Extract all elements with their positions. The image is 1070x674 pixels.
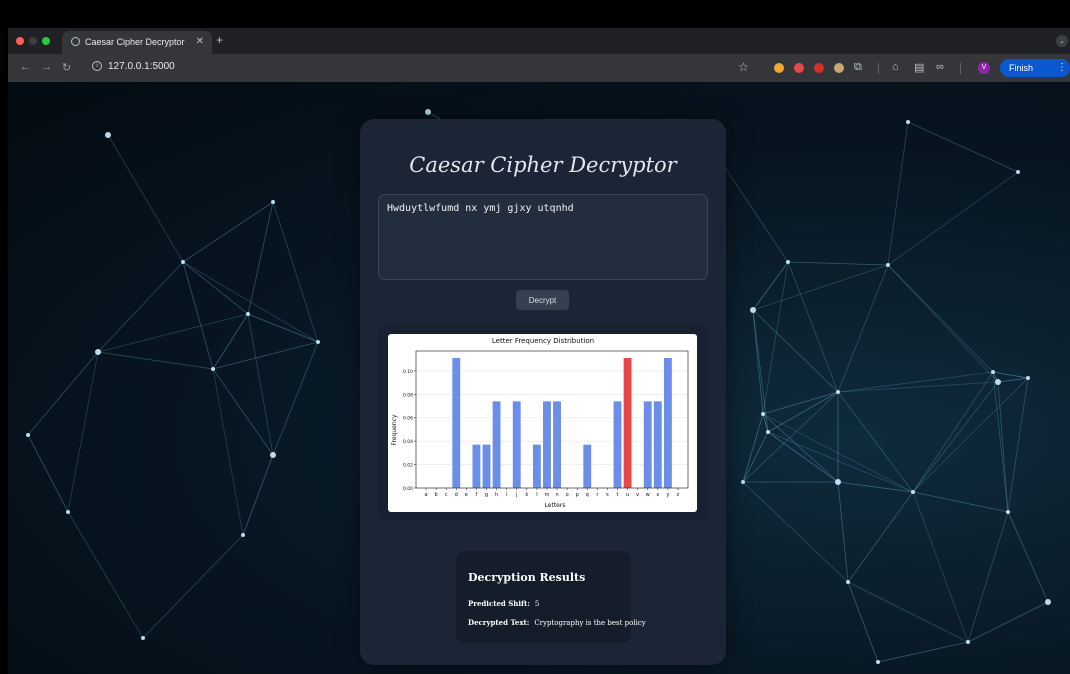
puzzle-extensions-icon[interactable]: ⧉ [854,61,862,74]
predicted-shift-row: Predicted Shift: 5 [468,599,539,608]
bar [583,444,592,488]
x-tick-label: k [525,492,528,498]
x-tick-label: w [646,492,650,498]
x-tick-label: e [465,492,468,498]
url-text: 127.0.0.1:5000 [108,61,175,72]
address-bar[interactable]: i 127.0.0.1:5000 [88,59,768,77]
x-tick-label: h [495,492,498,498]
x-axis-label: Letters [545,502,566,509]
bar [452,358,461,488]
screen: Caesar Cipher Decryptor ✕ + ⌄ ← → ↻ i 12… [0,0,1070,674]
letter-frequency-chart: Letter Frequency Distribution Letters Fr… [391,337,689,509]
x-tick-label: j [515,492,517,498]
reading-list-icon[interactable]: ▤ [914,61,924,74]
extension-icon[interactable] [794,63,804,73]
tab-search-icon[interactable]: ⌂ [892,61,899,73]
bar [482,444,491,488]
x-tick-label: d [455,492,458,498]
forward-icon[interactable]: → [41,61,52,73]
bar [532,444,541,488]
page-viewport: Caesar Cipher Decryptor Hwduytlwfumd nx … [8,82,1070,674]
bar [653,401,662,488]
link-icon[interactable]: ∞ [936,61,944,73]
chart-title: Letter Frequency Distribution [492,337,594,345]
x-tick-label: z [677,492,680,498]
x-tick-label: f [476,492,478,498]
y-tick-label: 0.06 [403,416,413,422]
chart-container: Letter Frequency Distribution Letters Fr… [378,324,708,521]
x-tick-label: y [666,492,669,498]
bar [643,401,652,488]
decrypted-text-label: Decrypted Text: [468,618,530,627]
profile-avatar[interactable]: V [978,62,990,74]
x-tick-label: n [555,492,558,498]
bar [543,401,551,488]
x-tick-label: l [536,492,537,498]
bar [553,401,561,488]
y-axis-label: Frequency [391,414,398,445]
x-tick-label: v [636,492,639,498]
predicted-shift-label: Predicted Shift: [468,599,530,608]
y-tick-label: 0.08 [403,392,413,398]
x-tick-label: m [545,492,550,498]
x-tick-label: o [566,492,569,498]
y-tick-label: 0.00 [403,486,413,492]
decrypted-text-row: Decrypted Text: Cryptography is the best … [468,618,646,627]
browser-tab[interactable]: Caesar Cipher Decryptor ✕ [62,31,212,54]
x-tick-label: s [606,492,609,498]
x-tick-label: q [586,492,589,498]
toolbar-separator [878,63,879,74]
bar [512,401,521,488]
x-tick-label: b [435,492,438,498]
chart-card: Letter Frequency Distribution Letters Fr… [388,334,697,512]
bar [663,358,672,488]
close-tab-icon[interactable]: ✕ [196,36,204,47]
bookmark-star-icon[interactable]: ☆ [738,60,749,74]
x-tick-label: a [424,492,427,498]
minimize-window-icon[interactable] [29,37,37,45]
y-tick-label: 0.02 [403,463,413,469]
bar [472,444,481,488]
x-tick-label: i [506,492,507,498]
menu-icon[interactable]: ⋮ [1057,59,1067,77]
x-tick-label: r [596,492,599,498]
close-window-icon[interactable] [16,37,24,45]
y-tick-label: 0.10 [403,369,413,375]
tab-strip: Caesar Cipher Decryptor ✕ + ⌄ [8,28,1070,54]
site-info-icon[interactable]: i [92,61,102,71]
decryptor-panel: Caesar Cipher Decryptor Hwduytlwfumd nx … [360,119,726,665]
decrypted-text-value: Cryptography is the best policy [534,619,646,627]
x-tick-label: g [485,492,488,498]
decryption-results: Decryption Results Predicted Shift: 5 Dec… [456,551,646,643]
maximize-window-icon[interactable] [42,37,50,45]
x-tick-label: u [626,492,629,498]
bar [613,401,622,488]
new-tab-icon[interactable]: + [216,33,223,47]
x-tick-label: c [445,492,448,498]
results-heading: Decryption Results [468,571,586,584]
reload-icon[interactable]: ↻ [62,61,71,74]
finish-update-button[interactable]: Finish update⋮ [1000,59,1070,91]
globe-icon [71,37,80,46]
bar [623,358,632,488]
page-title: Caesar Cipher Decryptor [409,153,677,177]
extension-icon[interactable] [814,63,824,73]
toolbar-separator [960,63,961,74]
x-tick-label: p [576,492,579,498]
extension-icon[interactable] [834,63,844,73]
bar [492,401,501,488]
extension-icon[interactable] [774,63,784,73]
tab-title: Caesar Cipher Decryptor [85,37,185,47]
x-tick-label: t [617,492,619,498]
y-tick-label: 0.04 [403,439,413,445]
predicted-shift-value: 5 [534,600,540,608]
tab-search-icon[interactable]: ⌄ [1056,35,1068,47]
ciphertext-input[interactable]: Hwduytlwfumd nx ymj gjxy utqnhd [378,194,708,280]
back-icon[interactable]: ← [20,61,31,73]
decrypt-button[interactable]: Decrypt [516,290,569,310]
browser-toolbar: ← → ↻ i 127.0.0.1:5000 ☆ ⧉ ⌂ ▤ ∞ V Finis… [8,54,1070,91]
x-tick-label: x [656,492,659,498]
